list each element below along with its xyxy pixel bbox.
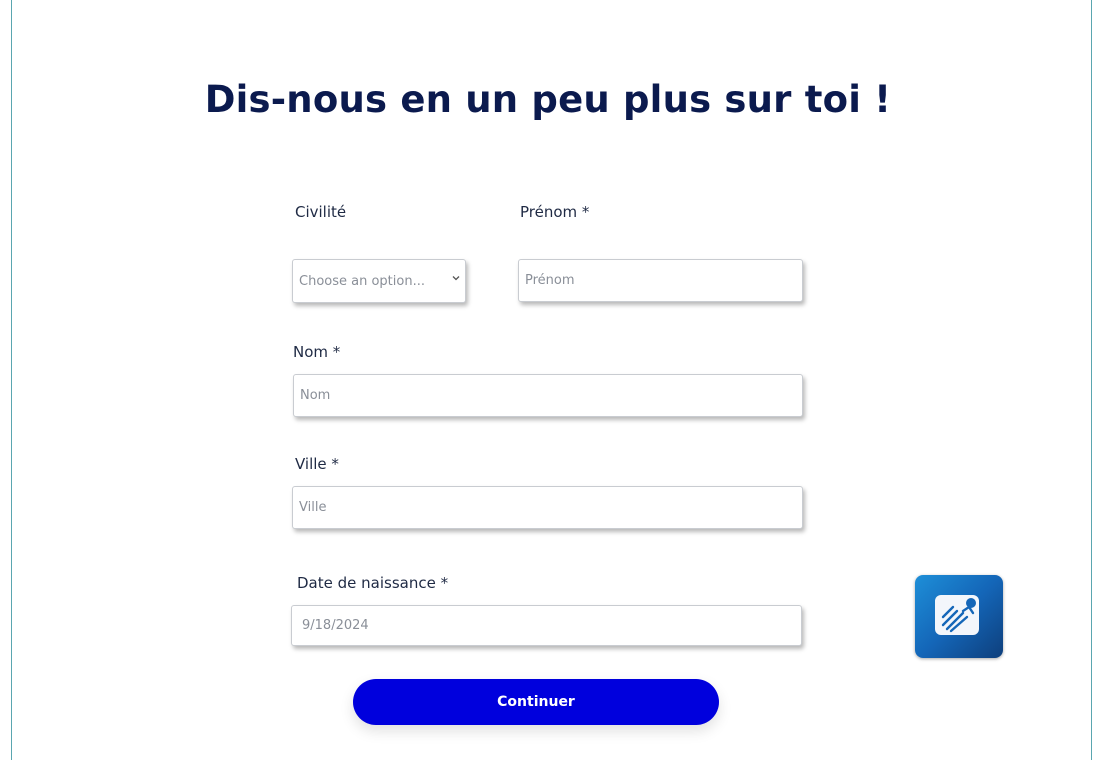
nom-placeholder: Nom <box>300 388 331 403</box>
nom-input[interactable]: Nom <box>293 374 803 417</box>
prenom-placeholder: Prénom <box>525 273 575 288</box>
ville-input[interactable]: Ville <box>292 486 803 529</box>
ville-label: Ville * <box>295 455 339 473</box>
app-launcher-button[interactable] <box>915 575 1003 658</box>
date-naissance-placeholder: 9/18/2024 <box>302 618 369 633</box>
continuer-button[interactable]: Continuer <box>353 679 719 725</box>
prenom-label: Prénom * <box>520 203 590 221</box>
civilite-selected-value: Choose an option... <box>299 273 425 289</box>
app-launcher-icon <box>933 591 985 643</box>
page-title: Dis-nous en un peu plus sur toi ! <box>204 78 892 121</box>
civilite-select[interactable]: Choose an option... <box>292 259 466 303</box>
date-naissance-input[interactable]: 9/18/2024 <box>291 605 802 646</box>
date-naissance-label: Date de naissance * <box>297 574 449 592</box>
chevron-down-icon <box>451 272 461 282</box>
nom-label: Nom * <box>293 343 341 361</box>
civilite-label: Civilité <box>295 203 347 221</box>
prenom-input[interactable]: Prénom <box>518 259 803 302</box>
ville-placeholder: Ville <box>299 500 327 515</box>
